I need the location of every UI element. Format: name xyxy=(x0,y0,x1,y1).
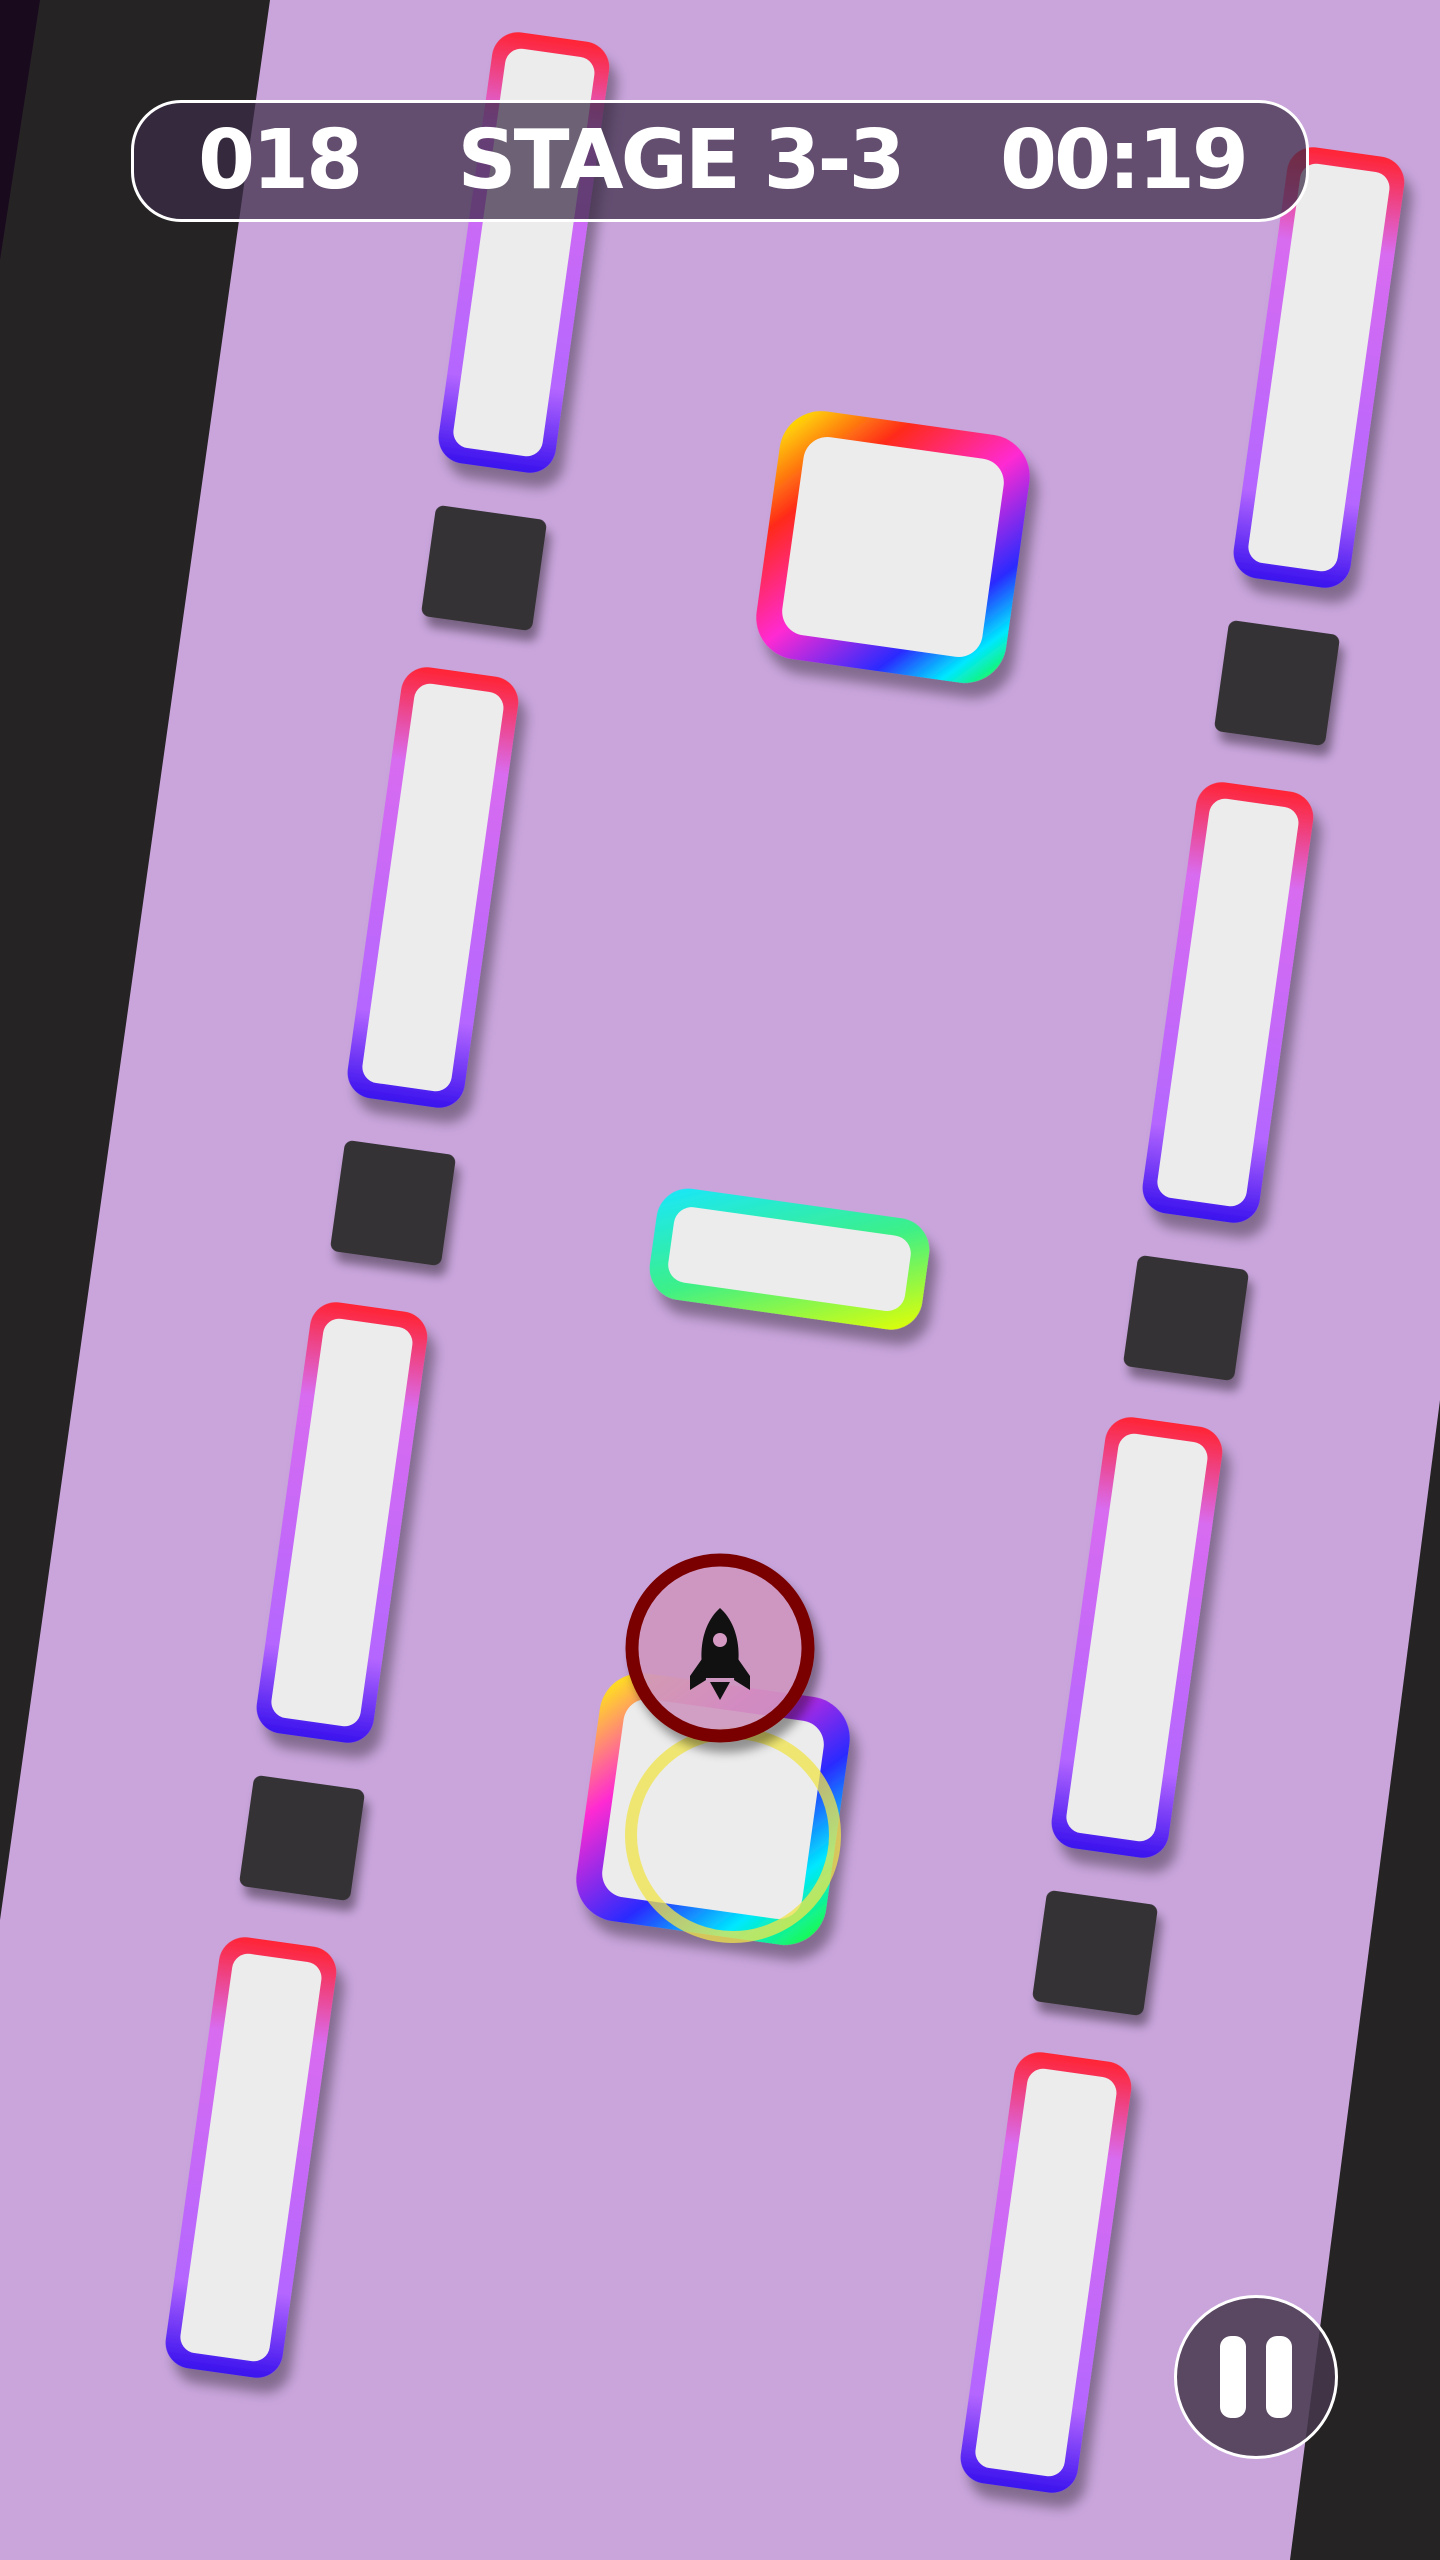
spike-block xyxy=(1123,1255,1249,1381)
pause-icon xyxy=(1220,2336,1246,2418)
rocket-power-up xyxy=(625,1553,815,1743)
rainbow-bar xyxy=(649,1188,930,1330)
pause-icon-bar xyxy=(1266,2336,1292,2418)
left-pillar-column xyxy=(165,32,610,2378)
timer: 00:19 xyxy=(999,113,1249,208)
spike-block xyxy=(1032,1890,1158,2016)
rainbow-block xyxy=(756,411,1030,683)
spike-block xyxy=(330,1140,456,1266)
pause-button[interactable] xyxy=(1174,2295,1338,2459)
left-wall xyxy=(0,0,270,1920)
score-counter: 018 xyxy=(198,113,363,208)
stage-label: STAGE 3-3 xyxy=(457,113,906,208)
hud-bar: 018 STAGE 3-3 00:19 xyxy=(131,100,1309,222)
spike-block xyxy=(1214,620,1340,746)
spike-block xyxy=(421,505,547,631)
game-scene xyxy=(0,0,1440,2560)
spike-block xyxy=(239,1775,365,1901)
